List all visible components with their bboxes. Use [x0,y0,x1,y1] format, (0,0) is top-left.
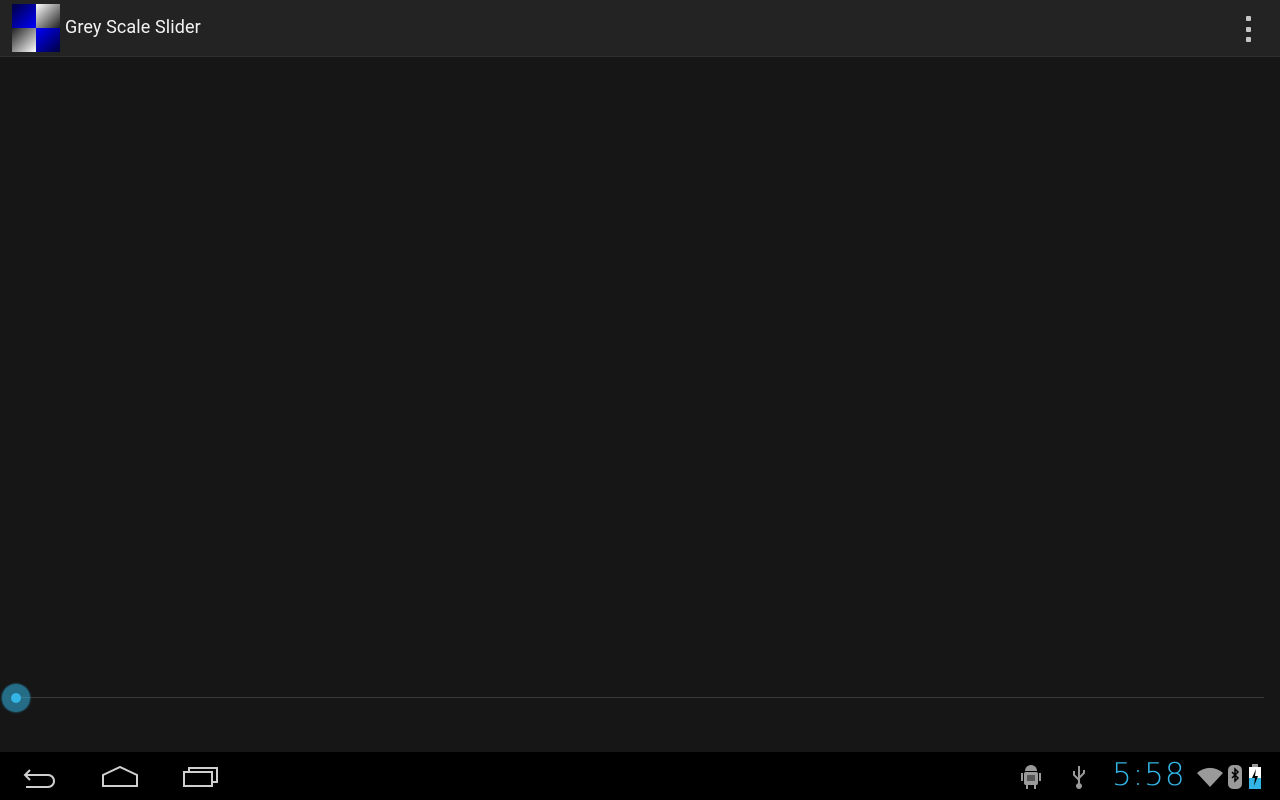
action-bar: Grey Scale Slider [0,0,1280,57]
app-title: Grey Scale Slider [65,17,201,38]
back-icon[interactable] [16,762,64,790]
seekbar-thumb[interactable] [2,684,30,712]
status-clock: 5:58 [1112,757,1186,793]
wifi-icon [1197,767,1223,787]
bluetooth-icon [1228,765,1242,789]
seekbar-track[interactable] [16,697,1264,698]
battery-charging-icon [1249,764,1261,789]
usb-icon [1073,766,1085,789]
main-content [0,57,1280,751]
recent-apps-icon[interactable] [176,762,224,790]
home-icon[interactable] [96,762,144,790]
grey-scale-seekbar[interactable] [0,680,1280,716]
checker-quadrant-icon[interactable] [12,4,60,52]
overflow-menu-icon[interactable] [1238,16,1258,42]
android-debug-icon [1021,765,1041,789]
system-navigation-bar: 5:58 [0,752,1280,800]
